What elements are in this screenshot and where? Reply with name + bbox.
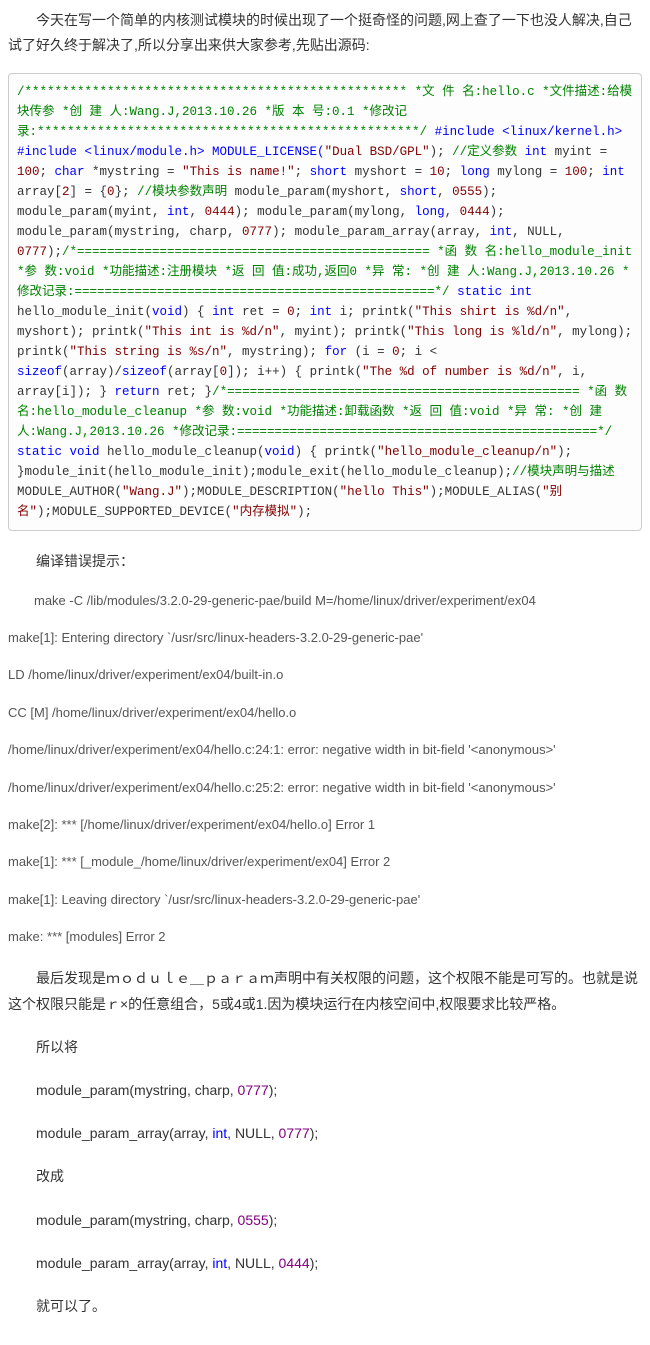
compile-error-title: 编译错误提示： xyxy=(8,549,642,574)
error-line: make[1]: Leaving directory `/usr/src/lin… xyxy=(8,888,642,911)
error-line: /home/linux/driver/experiment/ex04/hello… xyxy=(8,738,642,761)
error-line: make: *** [modules] Error 2 xyxy=(8,925,642,948)
error-line: make[1]: *** [_module_/home/linux/driver… xyxy=(8,850,642,873)
error-line: make -C /lib/modules/3.2.0-29-generic-pa… xyxy=(8,589,642,612)
explanation: 最后发现是ｍｏｄｕｌｅ＿ｐａｒａｍ声明中有关权限的问题，这个权限不能是可写的。也… xyxy=(8,966,642,1016)
fix-before-1: module_param(mystring, charp, 0777); xyxy=(8,1078,642,1103)
error-line: /home/linux/driver/experiment/ex04/hello… xyxy=(8,776,642,799)
change-label: 改成 xyxy=(8,1164,642,1189)
intro-paragraph: 今天在写一个简单的内核测试模块的时候出现了一个挺奇怪的问题,网上查了一下也没人解… xyxy=(8,8,642,58)
error-line: make[2]: *** [/home/linux/driver/experim… xyxy=(8,813,642,836)
error-line: LD /home/linux/driver/experiment/ex04/bu… xyxy=(8,663,642,686)
fix-before-2: module_param_array(array, int, NULL, 077… xyxy=(8,1121,642,1146)
source-code-block: /***************************************… xyxy=(8,73,642,531)
fix-after-2: module_param_array(array, int, NULL, 044… xyxy=(8,1251,642,1276)
fix-after-1: module_param(mystring, charp, 0555); xyxy=(8,1208,642,1233)
error-line: CC [M] /home/linux/driver/experiment/ex0… xyxy=(8,701,642,724)
error-line: make[1]: Entering directory `/usr/src/li… xyxy=(8,626,642,649)
done-label: 就可以了。 xyxy=(8,1294,642,1319)
so-label: 所以将 xyxy=(8,1035,642,1060)
error-output: make -C /lib/modules/3.2.0-29-generic-pa… xyxy=(8,589,642,949)
